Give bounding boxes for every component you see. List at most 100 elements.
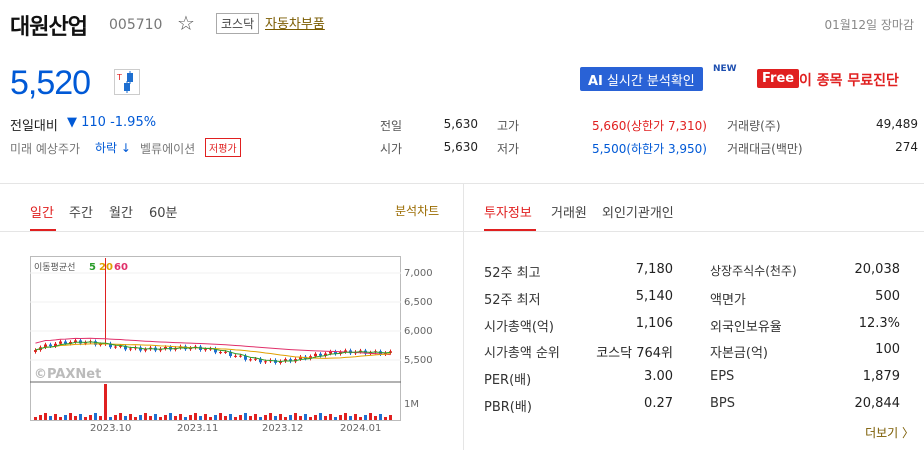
candle-chart-icon[interactable]: T (114, 69, 140, 95)
volume-bar (374, 416, 377, 420)
volume-bar (244, 413, 247, 420)
info-right-value: 1,879 (862, 369, 900, 384)
x-tick-2023-12: 2023.12 (262, 423, 303, 434)
info-left-value: 5,140 (635, 289, 673, 304)
info-right-value: 100 (875, 342, 900, 357)
amount-value: 274 (895, 140, 918, 154)
volume-bar (59, 417, 62, 420)
volume-bar (169, 413, 172, 420)
volume-bar (254, 414, 257, 420)
x-tick-2023-10: 2023.10 (90, 423, 131, 434)
star-icon[interactable]: ☆ (177, 11, 195, 35)
volume-bar (139, 415, 142, 420)
volume-bar (179, 414, 182, 420)
ma-label: 이동평균선 (34, 262, 75, 273)
free-diagnosis-link[interactable]: 이 종목 무료진단 (799, 70, 899, 90)
volume-bar (344, 413, 347, 420)
volume-bar (269, 413, 272, 420)
valuation-label: 벨류에이션 (140, 142, 196, 156)
tab-monthly[interactable]: 월간 (109, 202, 133, 221)
divider (0, 183, 924, 184)
volume-bar (219, 413, 222, 420)
market-badge: 코스닥 (216, 13, 260, 34)
candle-body (49, 344, 52, 347)
tab-daily[interactable]: 일간 (30, 202, 54, 221)
market-date: 01월12일 장마감 (824, 18, 914, 32)
tab-investment-info[interactable]: 투자정보 (484, 202, 532, 221)
volume-label: 거래량(주) (727, 119, 781, 133)
volume-bar (224, 416, 227, 420)
prev-value: 5,630 (443, 117, 478, 131)
volume-bar (64, 415, 67, 420)
volume-bar (284, 417, 287, 420)
info-right-label: 자본금(억) (710, 346, 768, 361)
info-left-value: 0.27 (644, 396, 673, 411)
tab-brokers[interactable]: 거래원 (551, 202, 587, 221)
current-price: 5,520 (10, 64, 91, 102)
price-chart[interactable]: 이동평균선 5 20 60 ©PAXNet 7,000 6,500 6,000 … (30, 256, 440, 440)
valuation-badge[interactable]: 저평가 (205, 138, 241, 157)
volume-bar (34, 417, 37, 420)
tab-weekly[interactable]: 주간 (69, 202, 93, 221)
prev-label: 전일 (380, 119, 403, 133)
future-price-value[interactable]: 하락 ↓ (95, 139, 131, 156)
volume-bar (209, 417, 212, 420)
ma5-label: 5 (89, 262, 96, 273)
volume-bar (304, 414, 307, 420)
volume-bar (349, 416, 352, 420)
info-left-value: 1,106 (635, 316, 673, 331)
vertical-divider (463, 184, 464, 450)
volume-bar (199, 416, 202, 420)
volume-bar (89, 415, 92, 420)
volume-bar (74, 416, 77, 420)
info-right-label: 외국인보유율 (710, 320, 782, 335)
more-link[interactable]: 더보기 〉 (865, 424, 914, 441)
info-right-label: BPS (710, 396, 736, 411)
ai-analysis-button[interactable]: AI 실시간 분석확인 (580, 67, 703, 91)
candle-body (204, 349, 207, 351)
volume-bar (144, 413, 147, 420)
candle-body (114, 346, 117, 348)
tab-60min[interactable]: 60분 (149, 202, 178, 221)
volume-bar (259, 417, 262, 420)
ai-label: 실시간 분석확인 (606, 74, 695, 89)
candle-body (254, 358, 257, 360)
volume-bar (379, 414, 382, 420)
candle-body (34, 350, 37, 352)
ma60-label: 60 (114, 262, 128, 273)
candle-body (74, 340, 77, 342)
free-badge[interactable]: Free (757, 69, 800, 88)
volume-bar (279, 414, 282, 420)
volume-bar (94, 413, 97, 420)
info-right-value: 12.3% (858, 316, 900, 331)
candle-body (234, 355, 237, 357)
high-label: 고가 (497, 119, 520, 133)
info-left-value: 코스닥 764위 (596, 346, 673, 361)
tab-investors[interactable]: 외인기관개인 (602, 202, 674, 221)
volume-bar (294, 413, 297, 420)
info-left-label: 시가총액(억) (484, 320, 554, 335)
amount-label: 거래대금(백만) (727, 142, 803, 156)
info-right-label: 액면가 (710, 293, 746, 308)
analysis-chart-link[interactable]: 분석차트 (395, 202, 439, 219)
volume-bar (359, 417, 362, 420)
volume-bar (194, 413, 197, 420)
volume-bar (234, 417, 237, 420)
volume-bar (214, 415, 217, 420)
volume-bar (364, 415, 367, 420)
volume-bar (69, 413, 72, 420)
info-left-value: 7,180 (635, 262, 673, 277)
x-tick-2023-11: 2023.11 (177, 423, 218, 434)
volume-bar (99, 416, 102, 420)
volume-bar (159, 417, 162, 420)
volume-bar (249, 416, 252, 420)
high-value: 5,660(상한가 7,310) (591, 119, 707, 133)
info-left-value: 3.00 (644, 369, 673, 384)
volume-bar (319, 413, 322, 420)
info-right-value: 500 (875, 289, 900, 304)
y-tick-6000: 6,000 (404, 326, 433, 337)
sector-link[interactable]: 자동차부품 (265, 13, 325, 32)
volume-bar (39, 415, 42, 420)
volume-bar (354, 414, 357, 420)
info-right-value: 20,844 (854, 396, 901, 411)
